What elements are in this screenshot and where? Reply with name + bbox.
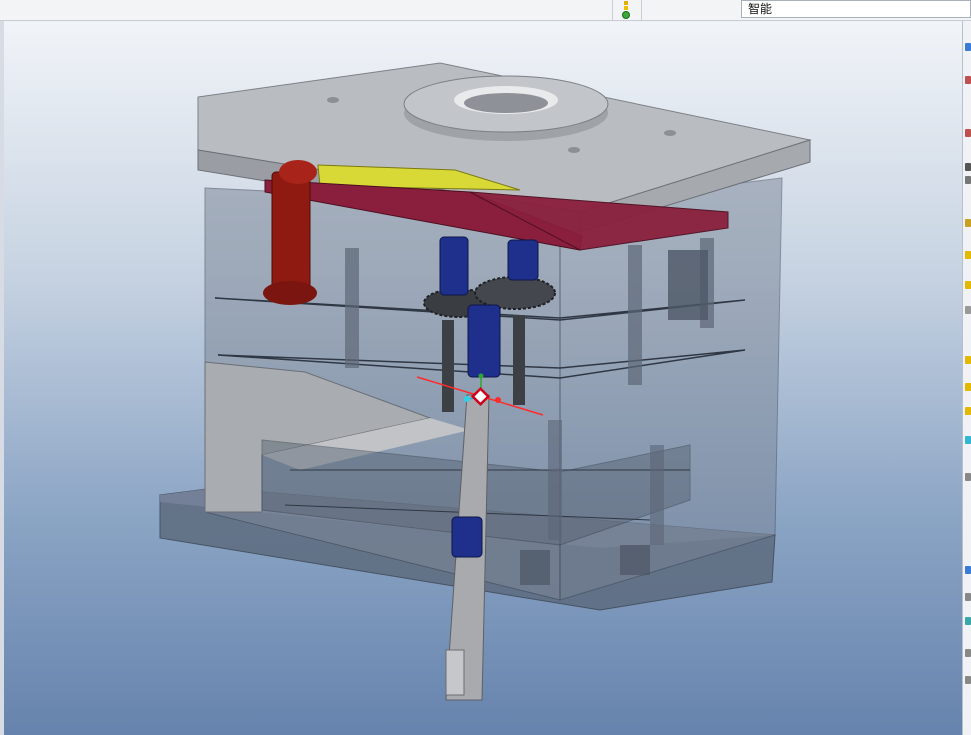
tool-icon[interactable]: [965, 281, 971, 289]
selection-filter-dropdown[interactable]: 智能: [741, 0, 971, 18]
tool-icon[interactable]: [965, 43, 971, 51]
folder-icon[interactable]: [965, 356, 971, 364]
status-indicator-icon[interactable]: [621, 1, 631, 19]
toolbar-separator: [641, 0, 642, 20]
top-toolbar: 智能: [0, 0, 971, 21]
mold-model[interactable]: [4, 22, 962, 735]
tool-icon[interactable]: [965, 219, 971, 227]
folder-icon[interactable]: [965, 407, 971, 415]
toolbar-separator: [612, 0, 613, 20]
folder-icon[interactable]: [965, 383, 971, 391]
tool-icon[interactable]: [965, 436, 971, 444]
tool-icon[interactable]: [965, 593, 971, 601]
sleeve-lower: [451, 516, 483, 558]
tool-icon[interactable]: [965, 617, 971, 625]
gear-right: [474, 276, 556, 310]
right-toolbar: [962, 21, 971, 735]
tool-icon[interactable]: [965, 251, 971, 259]
tool-icon[interactable]: [965, 649, 971, 657]
tool-icon[interactable]: [965, 129, 971, 137]
tool-icon[interactable]: [965, 473, 971, 481]
sleeve-upper-right: [507, 239, 539, 281]
sleeve-center: [467, 304, 501, 378]
sleeve-upper-left: [439, 236, 469, 296]
tool-icon[interactable]: [965, 676, 971, 684]
tool-icon[interactable]: [965, 306, 971, 314]
tool-icon[interactable]: [965, 76, 971, 84]
tool-icon[interactable]: [965, 163, 971, 171]
graphics-viewport[interactable]: [4, 22, 962, 735]
tool-icon[interactable]: [965, 566, 971, 574]
tool-icon[interactable]: [965, 176, 971, 184]
leader-pin: [271, 171, 311, 293]
